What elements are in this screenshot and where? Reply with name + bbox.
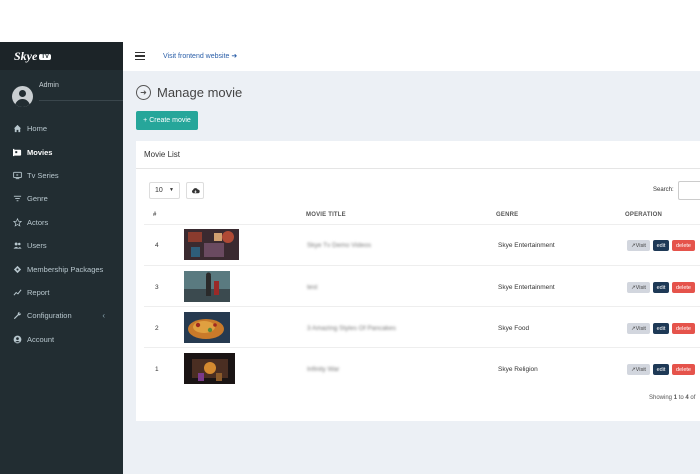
account-icon [12,334,22,344]
table-row: 4 Skye Tv Demo Videos Skye Entertainment… [144,224,700,265]
visit-button[interactable]: ↗Visit [627,323,650,334]
row-number: 4 [155,242,159,249]
filter-icon [12,194,22,204]
export-button[interactable] [186,182,204,199]
main-area: Visit frontend website ➜ ➜ Manage movie … [123,42,700,474]
star-icon [12,217,22,227]
chevron-left-icon: ‹ [102,311,105,321]
movie-genre: Skye Religion [498,366,538,373]
visit-button[interactable]: ↗Visit [627,364,650,375]
column-header-genre[interactable]: GENRE [496,212,518,218]
sidebar: Skye TV Admin Home Movies Tv Series Genr… [0,42,123,474]
circle-arrow-right-icon: ➜ [136,85,151,100]
avatar [12,86,33,107]
sidebar-item-label: Movies [27,147,53,157]
table-row: 3 test Skye Entertainment ↗Visit edit de… [144,265,700,306]
table-row: 1 Infinity War Skye Religion ↗Visit edit… [144,347,700,388]
sidebar-item-report[interactable]: Report [0,281,123,304]
sidebar-item-label: Home [27,124,48,134]
logo[interactable]: Skye TV [14,49,51,64]
sidebar-item-movies[interactable]: Movies [0,140,123,163]
sidebar-item-home[interactable]: Home [0,117,123,140]
tv-icon [12,170,22,180]
movie-title[interactable]: Skye Tv Demo Videos [307,242,371,249]
panel-divider [136,168,700,169]
brand-bar: Skye TV [0,42,123,70]
logo-badge: TV [39,54,51,60]
sidebar-item-label: Configuration [27,311,72,321]
package-icon [12,264,22,274]
caret-down-icon: ▼ [169,187,174,193]
column-header-num: # [153,212,157,218]
page-title: ➜ Manage movie [136,85,242,100]
movie-icon [12,147,22,157]
column-header-title[interactable]: MOVIE TITLE [306,212,346,218]
visit-button[interactable]: ↗Visit [627,240,650,251]
sidebar-item-label: Report [27,287,50,297]
sidebar-item-label: Users [27,241,47,251]
movie-thumbnail [184,271,230,302]
sidebar-item-label: Actors [27,217,49,227]
sidebar-item-label: Tv Series [27,170,59,180]
user-panel: Admin [0,70,123,118]
user-name: Admin [39,82,59,89]
row-number: 3 [155,284,159,291]
search-label: Search: [653,187,674,193]
edit-button[interactable]: edit [653,282,669,293]
users-icon [12,241,22,251]
cloud-download-icon [191,182,200,200]
logo-text: Skye [14,49,38,63]
movie-genre: Skye Food [498,325,530,332]
sidebar-item-account[interactable]: Account [0,328,123,351]
sidebar-item-genre[interactable]: Genre [0,187,123,210]
edit-button[interactable]: edit [653,240,669,251]
showing-suffix: of [688,395,696,401]
panel-title: Movie List [144,150,181,159]
table-row: 2 3 Amazing Styles Of Pancakes Skye Food… [144,306,700,347]
edit-button[interactable]: edit [653,364,669,375]
user-divider [39,100,123,101]
movie-thumbnail [184,353,235,384]
sidebar-item-tv-series[interactable]: Tv Series [0,164,123,187]
movie-list-panel: Movie List 10 ▼ Search: # MOVIE TITLE GE… [136,141,700,421]
pagination-info: Showing 1 to 4 of [649,395,695,401]
sidebar-item-label: Account [27,334,55,344]
page-size-select[interactable]: 10 ▼ [149,182,180,199]
visit-button[interactable]: ↗Visit [627,282,650,293]
movie-title[interactable]: 3 Amazing Styles Of Pancakes [307,325,396,332]
create-movie-button[interactable]: + Create movie [136,111,198,130]
app-window: Skye TV Admin Home Movies Tv Series Genr… [0,42,700,474]
sidebar-menu: Home Movies Tv Series Genre Actors Users [0,117,123,351]
movie-title[interactable]: Infinity War [307,366,339,373]
topbar: Visit frontend website ➜ [123,42,700,71]
movie-title[interactable]: test [307,284,317,291]
delete-button[interactable]: delete [672,323,695,334]
wrench-icon [12,311,22,321]
row-number: 1 [155,366,159,373]
sidebar-item-label: Genre [27,194,48,204]
movie-thumbnail [184,229,239,260]
movie-thumbnail [184,312,230,343]
delete-button[interactable]: delete [672,364,695,375]
visit-frontend-link[interactable]: Visit frontend website ➜ [163,52,237,60]
movie-genre: Skye Entertainment [498,242,555,249]
page-title-text: Manage movie [157,85,243,100]
search-input[interactable] [678,181,700,200]
page-size-value: 10 [155,187,163,194]
hamburger-menu-icon[interactable] [135,52,145,60]
sidebar-item-users[interactable]: Users [0,234,123,257]
delete-button[interactable]: delete [672,282,695,293]
showing-prefix: Showing [649,395,674,401]
delete-button[interactable]: delete [672,240,695,251]
edit-button[interactable]: edit [653,323,669,334]
movie-genre: Skye Entertainment [498,284,555,291]
chart-line-icon [12,287,22,297]
column-header-operation: OPERATION [625,212,663,218]
sidebar-item-configuration[interactable]: Configuration ‹ [0,304,123,327]
row-number: 2 [155,325,159,332]
home-icon [12,124,22,134]
sidebar-item-label: Membership Packages [27,264,104,274]
sidebar-item-membership-packages[interactable]: Membership Packages [0,257,123,280]
sidebar-item-actors[interactable]: Actors [0,211,123,234]
